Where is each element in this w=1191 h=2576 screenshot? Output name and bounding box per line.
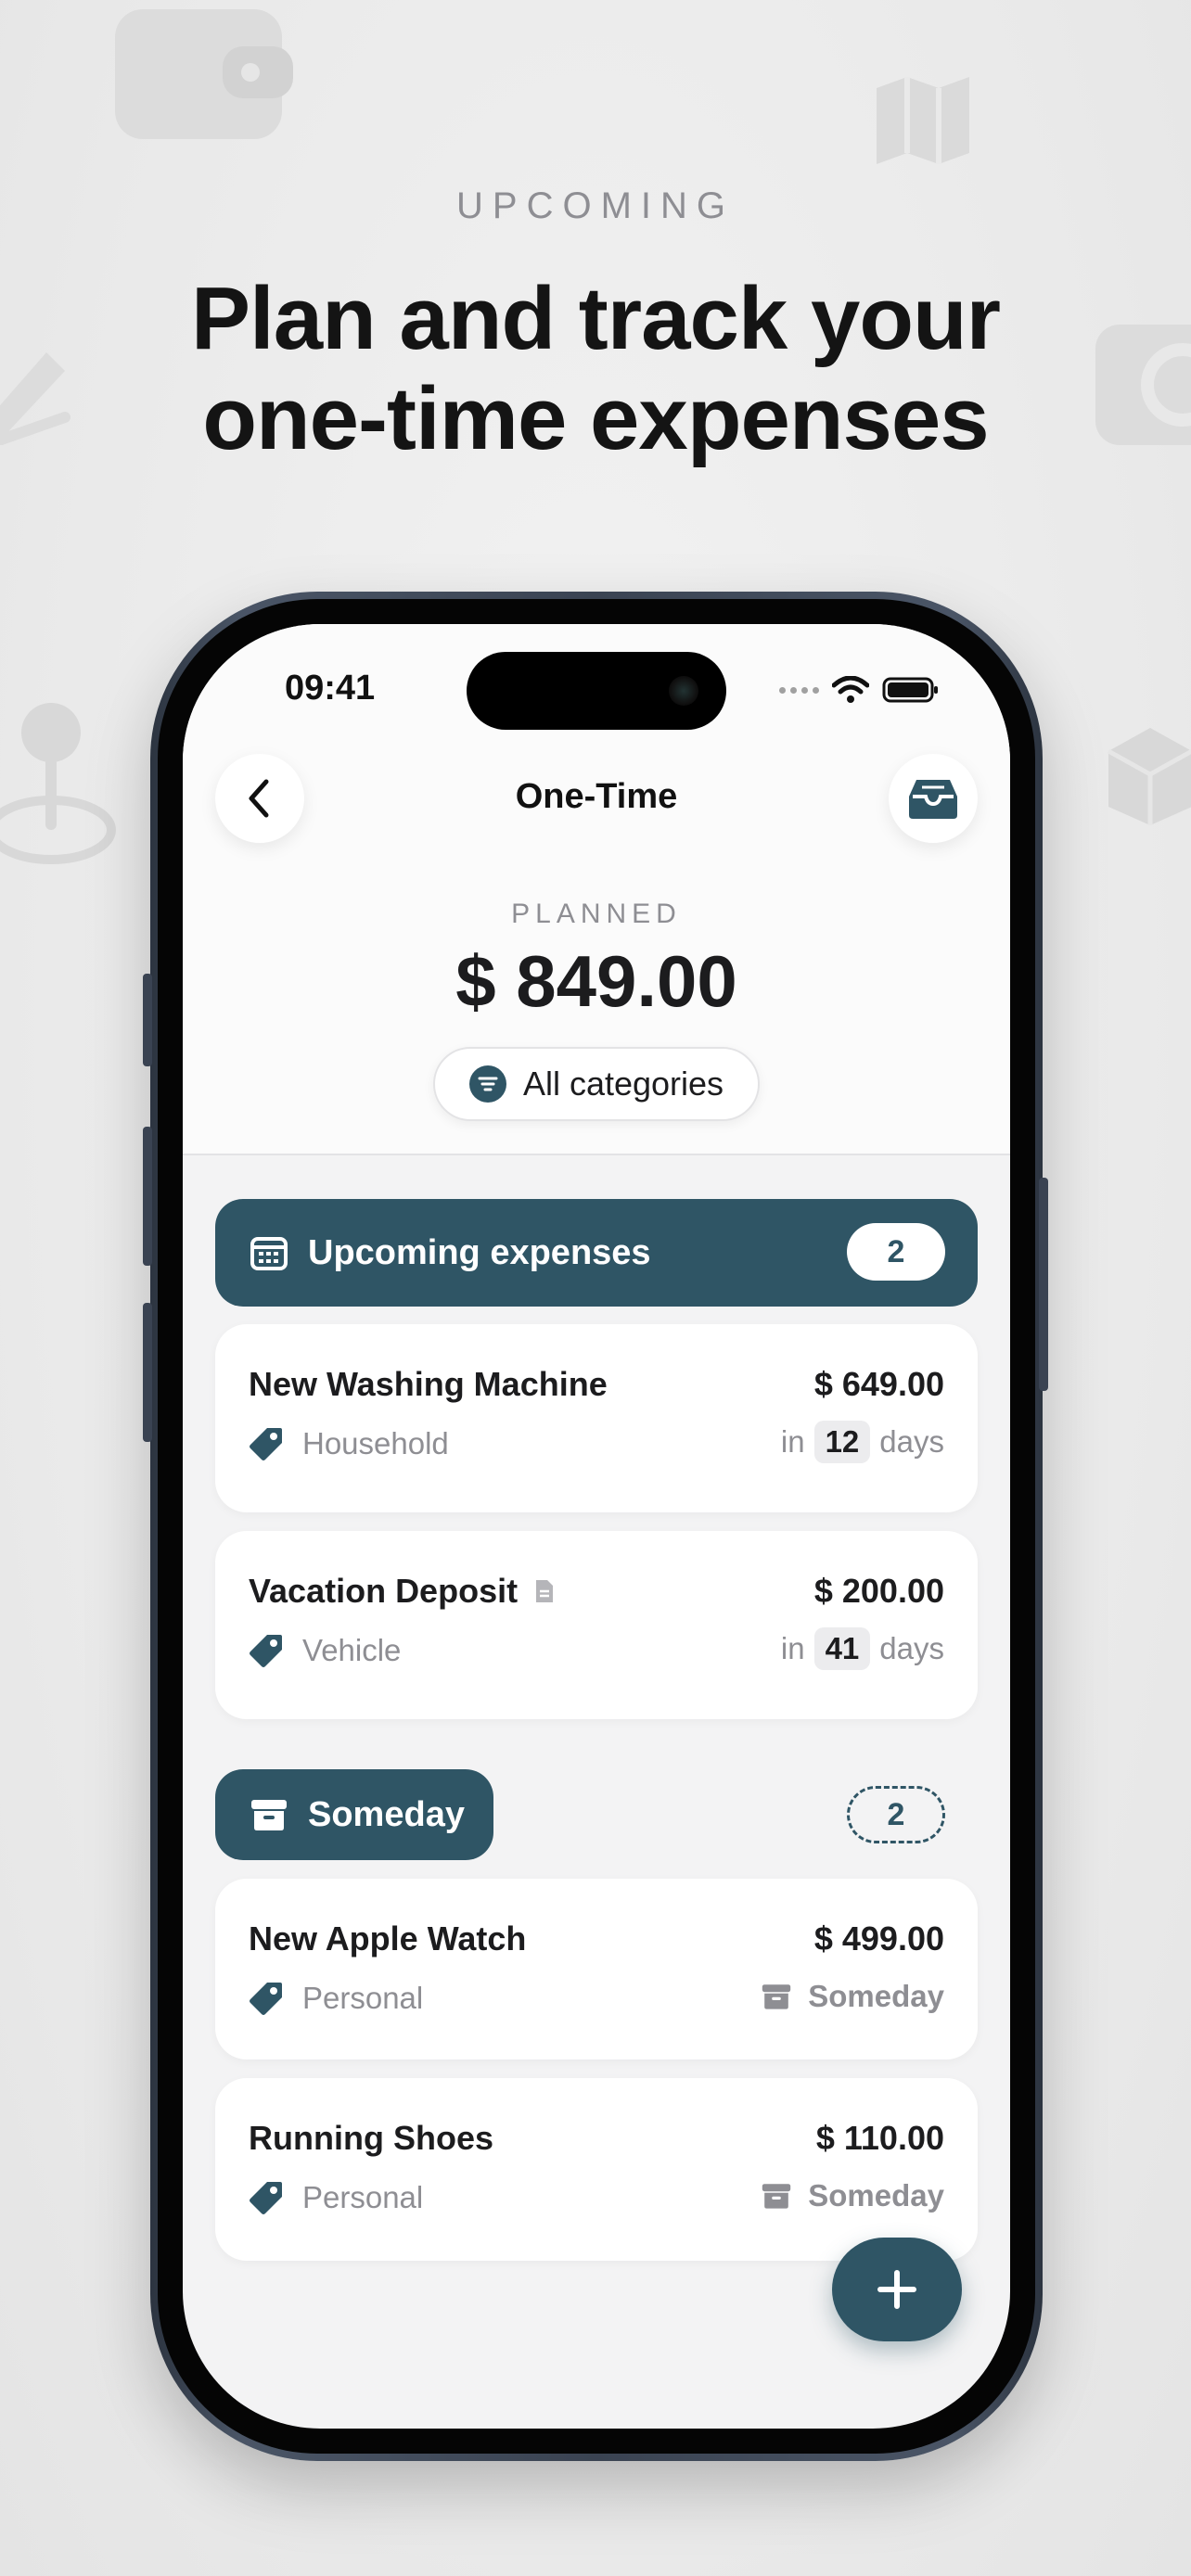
expense-card[interactable]: Vacation Deposit $ 200.00 Vehicle in 41 … <box>215 1531 978 1719</box>
expense-due: in 41 days <box>781 1627 944 1670</box>
filter-label: All categories <box>522 1065 724 1103</box>
status-time: 09:41 <box>285 669 376 708</box>
due-days-badge: 12 <box>813 1421 871 1463</box>
status-bar: 09:41 <box>183 624 1010 745</box>
map-icon <box>877 77 969 164</box>
expense-category: Personal <box>249 2180 423 2215</box>
someday-section-title: Someday <box>308 1794 465 1834</box>
status-indicators <box>779 676 940 704</box>
expense-name: Running Shoes <box>249 2119 493 2157</box>
volume-up-button <box>143 1127 152 1266</box>
expense-card[interactable]: New Washing Machine $ 649.00 Household i… <box>215 1324 978 1512</box>
archive-button[interactable] <box>889 754 978 843</box>
marketing-headline: Plan and track your one-time expenses <box>0 269 1191 469</box>
expense-name: New Apple Watch <box>249 1919 527 1958</box>
app-screen: 09:41 One-Time PLANNED $ 849.00 All cate… <box>183 624 1010 2429</box>
headline-line-2: one-time expenses <box>202 369 989 468</box>
battery-icon <box>882 677 938 703</box>
archive-box-icon <box>762 2184 791 2209</box>
someday-status: Someday <box>762 1979 944 2014</box>
silent-switch <box>143 974 152 1066</box>
expense-amount: $ 110.00 <box>815 2119 944 2157</box>
expense-category: Household <box>249 1426 449 1461</box>
expense-amount: $ 649.00 <box>813 1365 944 1403</box>
expense-card[interactable]: Running Shoes $ 110.00 Personal Someday <box>215 2078 978 2261</box>
section-eyebrow: UPCOMING <box>456 185 735 226</box>
expense-name: New Washing Machine <box>249 1365 608 1403</box>
wallet-icon <box>115 9 293 139</box>
front-camera <box>669 676 698 706</box>
dynamic-island <box>467 652 726 730</box>
upcoming-count-badge: 2 <box>847 1223 945 1281</box>
expense-amount: $ 200.00 <box>813 1572 944 1610</box>
power-button <box>1039 1178 1048 1391</box>
note-icon <box>536 1580 554 1602</box>
tag-icon <box>250 1983 282 2015</box>
plus-icon <box>877 2270 916 2309</box>
tag-icon <box>250 2182 282 2214</box>
marketing-page: UPCOMING Plan and track your one-time ex… <box>0 0 1191 2576</box>
due-days-badge: 41 <box>813 1627 871 1670</box>
expense-category: Personal <box>249 1981 423 2016</box>
someday-count-badge: 2 <box>847 1786 945 1843</box>
expense-amount: $ 499.00 <box>813 1919 944 1958</box>
planned-amount: $ 849.00 <box>455 940 737 1022</box>
planned-label: PLANNED <box>511 899 682 929</box>
signal-dots-icon <box>779 686 819 694</box>
expense-name: Vacation Deposit <box>249 1572 555 1611</box>
nav-title: One-Time <box>515 777 678 816</box>
category-filter-button[interactable]: All categories <box>433 1047 760 1121</box>
calendar-icon <box>250 1235 288 1270</box>
headline-line-1: Plan and track your <box>191 269 1001 368</box>
add-expense-button[interactable] <box>832 2238 962 2341</box>
filter-icon <box>468 1065 506 1103</box>
archive-box-icon <box>250 1798 288 1831</box>
box-icon <box>1107 728 1191 825</box>
tag-icon <box>250 1428 282 1460</box>
volume-down-button <box>143 1303 152 1442</box>
upcoming-section-title: Upcoming expenses <box>308 1232 651 1272</box>
someday-section-header[interactable]: Someday <box>215 1769 493 1860</box>
expense-card[interactable]: New Apple Watch $ 499.00 Personal Someda… <box>215 1879 978 2060</box>
archive-tray-icon <box>909 780 957 819</box>
expense-due: in 12 days <box>781 1421 944 1463</box>
upcoming-section-header[interactable]: Upcoming expenses 2 <box>215 1199 978 1307</box>
wifi-icon <box>832 676 869 703</box>
home-indicator <box>457 2391 736 2401</box>
tag-icon <box>250 1635 282 1667</box>
location-pin-icon <box>0 703 116 864</box>
someday-status: Someday <box>762 2178 944 2213</box>
archive-box-icon <box>762 1984 791 2009</box>
expense-category: Vehicle <box>249 1633 401 1668</box>
